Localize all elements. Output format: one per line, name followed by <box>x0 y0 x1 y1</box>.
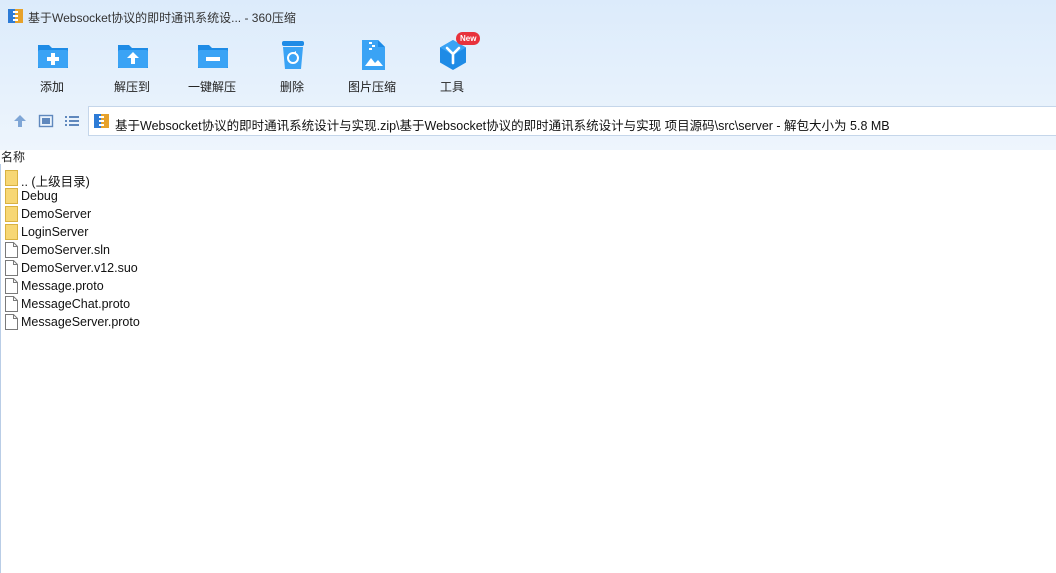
list-item-file[interactable]: DemoServer.v12.suo <box>0 259 1056 277</box>
one-click-extract-label: 一键解压 <box>187 80 236 94</box>
list-item-folder[interactable]: Debug <box>0 187 1056 205</box>
path-bar[interactable]: 基于Websocket协议的即时通讯系统设计与实现.zip\基于Websocke… <box>88 106 1056 136</box>
item-name: MessageChat.proto <box>21 297 131 311</box>
add-button[interactable]: 添加 <box>12 34 92 96</box>
main-toolbar: 添加 解压到 一键解压 删除 图片压缩 工具 <box>0 34 1056 100</box>
extract-to-button[interactable]: 解压到 <box>92 34 172 96</box>
new-badge: New <box>456 32 481 45</box>
item-name: MessageServer.proto <box>21 315 140 329</box>
thumbnail-view-icon[interactable] <box>38 113 54 129</box>
list-item-file[interactable]: MessageChat.proto <box>0 295 1056 313</box>
window-title: 基于Websocket协议的即时通讯系统设... - 360压缩 <box>28 11 296 25</box>
item-name: DemoServer <box>21 207 92 221</box>
delete-label: 删除 <box>279 80 304 94</box>
title-bar: 基于Websocket协议的即时通讯系统设... - 360压缩 <box>0 0 1056 32</box>
file-icon <box>5 314 18 330</box>
tools-label: 工具 <box>439 80 464 94</box>
tools-button[interactable]: 工具 <box>412 34 492 96</box>
file-icon <box>5 278 18 294</box>
file-icon <box>5 260 18 276</box>
item-name: Debug <box>21 189 58 203</box>
archive-file-icon <box>94 114 109 128</box>
folder-icon <box>5 188 18 204</box>
file-icon <box>5 296 18 312</box>
one-click-extract-button[interactable]: 一键解压 <box>172 34 252 96</box>
list-item-file[interactable]: Message.proto <box>0 277 1056 295</box>
list-item-file[interactable]: DemoServer.sln <box>0 241 1056 259</box>
item-name: Message.proto <box>21 279 104 293</box>
item-name: DemoServer.v12.suo <box>21 261 138 275</box>
image-compress-label: 图片压缩 <box>347 80 396 94</box>
delete-button[interactable]: 删除 <box>252 34 332 96</box>
list-item-parent-dir[interactable]: .. (上级目录) <box>0 169 1056 189</box>
list-view-icon[interactable] <box>64 113 80 129</box>
extract-to-label: 解压到 <box>113 80 150 94</box>
folder-icon <box>5 224 18 240</box>
archive-app-icon <box>8 9 23 23</box>
file-list: .. (上级目录) Debug DemoServer LoginServer D… <box>0 169 1056 331</box>
add-label: 添加 <box>39 80 64 94</box>
image-compress-icon <box>362 40 385 70</box>
up-arrow-icon[interactable] <box>12 113 28 129</box>
folder-icon <box>5 170 18 186</box>
item-name: DemoServer.sln <box>21 243 110 257</box>
delete-bin-icon <box>282 41 304 69</box>
extract-to-icon <box>118 45 148 68</box>
folder-icon <box>5 206 18 222</box>
column-header-bar: 名称 <box>0 146 1056 164</box>
item-name: LoginServer <box>21 225 89 239</box>
list-item-file[interactable]: MessageServer.proto <box>0 313 1056 331</box>
one-click-extract-icon <box>198 45 228 68</box>
file-icon <box>5 242 18 258</box>
image-compress-button[interactable]: 图片压缩 <box>332 34 412 96</box>
navigation-bar: 基于Websocket协议的即时通讯系统设计与实现.zip\基于Websocke… <box>0 106 1056 136</box>
list-item-folder[interactable]: DemoServer <box>0 205 1056 223</box>
path-text: 基于Websocket协议的即时通讯系统设计与实现.zip\基于Websocke… <box>115 119 890 133</box>
column-header-name[interactable]: 名称 <box>1 148 25 165</box>
add-folder-icon <box>38 45 68 68</box>
list-item-folder[interactable]: LoginServer <box>0 223 1056 241</box>
